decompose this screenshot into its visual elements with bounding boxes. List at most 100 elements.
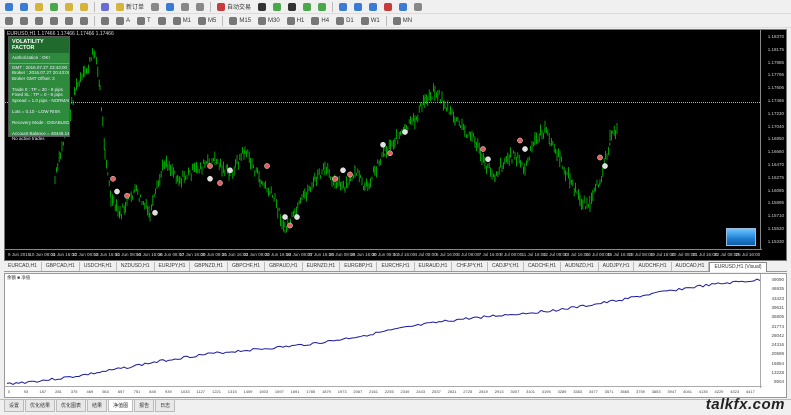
ea-panel-line: Recovery Mode : DISABLED <box>12 119 69 125</box>
tile-button[interactable] <box>336 1 350 12</box>
chart-tab-chfjpy-h1[interactable]: CHFJPY,H1 <box>452 262 489 271</box>
cursor-button[interactable] <box>2 15 16 26</box>
chart-tab-cadchf-h1[interactable]: CADCHF,H1 <box>524 262 561 271</box>
chart-tab-cadjpy-h1[interactable]: CADJPY,H1 <box>488 262 524 271</box>
autoscroll-button[interactable] <box>351 1 365 12</box>
label-button[interactable]: T <box>134 15 154 26</box>
m1-button[interactable] <box>178 1 192 12</box>
tester-icon <box>101 2 109 11</box>
crosshair-button[interactable] <box>17 15 31 26</box>
m1-period-button[interactable]: M1 <box>170 15 194 26</box>
indicators-button[interactable] <box>381 1 395 12</box>
candlestick-plot[interactable] <box>5 30 762 250</box>
price-label: 1.17040 <box>767 123 784 129</box>
chart-tab-gbpnzd-h1[interactable]: GBPNZD,H1 <box>190 262 228 271</box>
trade-marker <box>207 175 213 182</box>
price-label: 1.16085 <box>767 187 784 193</box>
data-window-button[interactable] <box>47 1 61 12</box>
tester-tab-1[interactable]: 优化结果 <box>25 400 56 412</box>
text-icon <box>116 16 124 25</box>
horizontal-line-button[interactable] <box>47 15 61 26</box>
chart-tab-eurchf-h1[interactable]: EURCHF,H1 <box>377 262 415 271</box>
profiles-icon <box>20 2 28 11</box>
chart-tab-euraud-h1[interactable]: EURAUD,H1 <box>415 262 453 271</box>
trade-marker <box>287 222 293 229</box>
zoom-in-button[interactable] <box>300 1 314 12</box>
toolbar-button-label: H4 <box>321 17 330 24</box>
periods-button[interactable] <box>396 1 410 12</box>
d1-period-button[interactable]: D1 <box>333 15 357 26</box>
fibonacci-button[interactable] <box>98 15 112 26</box>
graph-axis-label: 4135 <box>698 389 708 394</box>
tester-tab-0[interactable]: 设置 <box>4 400 25 412</box>
price-label: 1.15330 <box>767 238 784 244</box>
trendline-button[interactable] <box>62 15 76 26</box>
chart-tab-eurjpy-h1[interactable]: EURJPY,H1 <box>155 262 191 271</box>
chart-tab-audchf-h1[interactable]: AUDCHF,H1 <box>634 262 672 271</box>
line-chart-button[interactable] <box>285 1 299 12</box>
meta-editor-button[interactable] <box>148 1 162 12</box>
m15-period-button[interactable]: M15 <box>226 15 254 26</box>
market-watch-button[interactable] <box>32 1 46 12</box>
graph-axis-label: 2913 <box>494 389 504 394</box>
graph-axis-label: 375 <box>70 389 78 394</box>
bar-chart-button[interactable] <box>255 1 269 12</box>
profiles-button[interactable] <box>17 1 31 12</box>
options-button[interactable] <box>163 1 177 12</box>
chart-tab-eurgbp-h1[interactable]: EURGBP,H1 <box>340 262 378 271</box>
vertical-line-button[interactable] <box>32 15 46 26</box>
new-chart-button[interactable] <box>2 1 16 12</box>
price-chart[interactable]: EURUSD,H1 1.17466 1.17466 1.17466 1.1746… <box>4 29 787 261</box>
w1-period-button[interactable]: W1 <box>358 15 383 26</box>
chart-tab-gbpaud-h1[interactable]: GBPAUD,H1 <box>265 262 303 271</box>
chart-tab-audnzd-h1[interactable]: AUDNZD,H1 <box>561 262 599 271</box>
chart-tab-eurcad-h1[interactable]: EURCAD,H1 <box>4 262 42 271</box>
d1-period-icon <box>336 16 345 25</box>
channel-button[interactable] <box>77 15 91 26</box>
tester-tab-3[interactable]: 结果 <box>87 400 108 412</box>
graph-axis-label: 1221 <box>212 389 221 394</box>
tester-tab-5[interactable]: 报告 <box>134 400 155 412</box>
m30-period-button[interactable]: M30 <box>255 15 283 26</box>
toolbar-button-label: H1 <box>296 17 305 24</box>
m5-period-button[interactable]: M5 <box>195 15 219 26</box>
price-scale[interactable]: 1.18370 1.18175 1.17985 1.17795 1.17606 1.174… <box>760 30 786 250</box>
chart-tab-audcad-h1[interactable]: AUDCAD,H1 <box>672 262 710 271</box>
price-label: 1.17606 <box>767 85 784 91</box>
tester-tab-6[interactable]: 日志 <box>155 400 176 412</box>
graph-axis-label: 2255 <box>384 389 394 394</box>
equity-graph[interactable]: 余额 ■ 净值 49090 46935 43423 39631 35806 31774 28… <box>4 273 787 398</box>
chart-tab-audjpy-h1[interactable]: AUDJPY,H1 <box>599 262 635 271</box>
chart-tab-usdchf-h1[interactable]: USDCHF,H1 <box>80 262 117 271</box>
m5-button[interactable] <box>193 1 207 12</box>
templates-icon <box>414 2 423 11</box>
h1-period-button[interactable]: H1 <box>284 15 308 26</box>
toolbar-separator <box>222 15 224 26</box>
arrows-button[interactable] <box>155 15 169 26</box>
chart-tab-eurusd-h1-visual[interactable]: EURUSD,H1 (Visual) <box>709 262 767 272</box>
new-order-button[interactable]: 新订单 <box>113 1 147 12</box>
graph-value-label: 46935 <box>771 286 784 292</box>
chart-tab-gbpcad-h1[interactable]: GBPCAD,H1 <box>42 262 80 271</box>
tester-tab-2[interactable]: 优化图表 <box>56 400 87 412</box>
autotrading-button[interactable]: 自动交易 <box>214 1 254 12</box>
shift-button[interactable] <box>366 1 380 12</box>
chart-tab-gbpchf-h1[interactable]: GBPCHF,H1 <box>228 262 266 271</box>
tester-tab-4[interactable]: 净值图 <box>108 400 134 412</box>
templates-button[interactable] <box>411 1 425 12</box>
periods-icon <box>399 2 408 11</box>
mn-period-button[interactable]: MN <box>390 15 415 26</box>
navigator-button[interactable] <box>62 1 76 12</box>
tester-button[interactable] <box>98 1 112 12</box>
chart-tab-nzdusd-h1[interactable]: NZDUSD,H1 <box>117 262 155 271</box>
zoom-out-button[interactable] <box>315 1 329 12</box>
m30-period-icon <box>258 16 267 25</box>
candle-button[interactable] <box>270 1 284 12</box>
text-button[interactable]: A <box>113 15 133 26</box>
toolbar-button-label: M30 <box>268 17 280 24</box>
time-axis[interactable]: 9 Jun 2016 10 Jun 08:00 11 Jun 16:00 12 Jun… <box>5 249 762 260</box>
h4-period-button[interactable]: H4 <box>308 15 332 26</box>
trade-marker <box>485 156 491 162</box>
chart-tab-eurnzd-h1[interactable]: EURNZD,H1 <box>303 262 341 271</box>
terminal-button[interactable] <box>77 1 91 12</box>
